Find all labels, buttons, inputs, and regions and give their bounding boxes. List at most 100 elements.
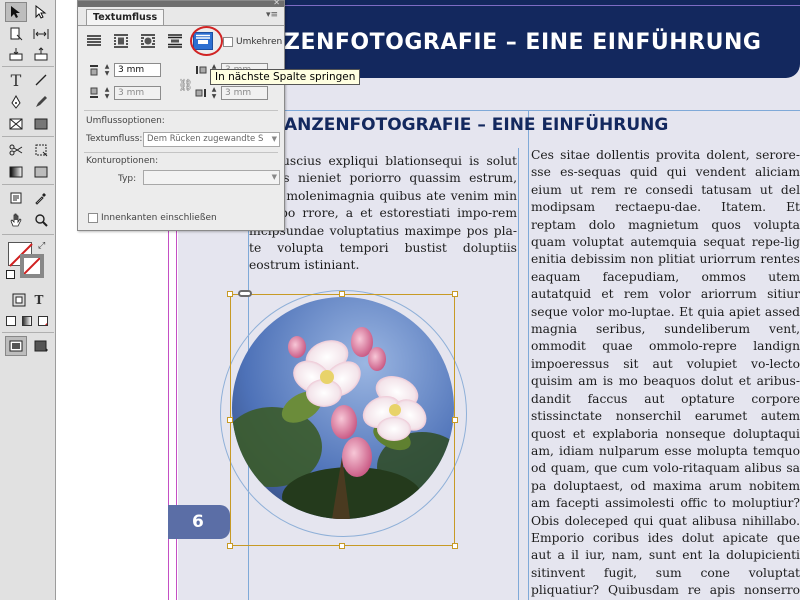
page-number: 6	[192, 512, 204, 532]
include-inside-edges-checkbox[interactable]: Innenkanten einschließen	[88, 213, 217, 223]
rectangle-frame-tool-icon[interactable]	[5, 114, 27, 134]
page-number-tab: 6	[168, 505, 230, 539]
tools-divider	[2, 66, 54, 67]
wrap-to-value: Dem Rücken zugewandte S	[147, 134, 264, 144]
resize-handle-top[interactable]	[339, 291, 345, 297]
content-collector-icon[interactable]	[5, 44, 27, 64]
free-transform-tool-icon[interactable]	[30, 140, 52, 160]
image-frame-selection[interactable]	[230, 294, 455, 546]
tools-divider	[2, 136, 54, 137]
contour-options-heading: Konturoptionen:	[86, 156, 159, 166]
text-wrap-panel: ✕ Textumfluss ▾≡ Umkehren ▲ ▼ 3 mm ▲ ▼ 3…	[77, 0, 285, 231]
bottom-offset-icon	[88, 87, 100, 99]
panel-close-icon[interactable]: ✕	[273, 0, 280, 7]
bleed-guide	[176, 230, 177, 600]
right-offset-input[interactable]: 3 mm	[221, 86, 268, 100]
wrap-bounding-box-button[interactable]	[111, 32, 131, 50]
invert-label: Umkehren	[236, 37, 283, 47]
resize-handle-bottom-right[interactable]	[452, 543, 458, 549]
linked-graphic-icon	[238, 290, 252, 297]
panel-titlebar[interactable]: ✕	[78, 0, 284, 7]
normal-view-mode-icon[interactable]	[5, 336, 27, 356]
top-offset-input[interactable]: 3 mm	[114, 63, 161, 77]
right-offset-icon	[195, 87, 207, 99]
apply-color-icon[interactable]	[6, 316, 16, 326]
resize-handle-left[interactable]	[227, 417, 233, 423]
gradient-feather-tool-icon[interactable]	[30, 162, 52, 182]
tools-divider	[2, 184, 54, 185]
right-offset-spinner[interactable]: ▲ ▼	[210, 86, 218, 100]
column-gutter-guide	[518, 148, 519, 600]
right-offset-row: ▲ ▼ 3 mm	[195, 86, 268, 100]
invert-checkbox-box[interactable]	[223, 37, 233, 47]
resize-handle-bottom-left[interactable]	[227, 543, 233, 549]
tooltip: In nächste Spalte springen	[210, 69, 361, 85]
content-placer-icon[interactable]	[30, 44, 52, 64]
header-banner: ZENFOTOGRAFIE – EINE EINFÜHRUNG	[262, 0, 800, 78]
swap-fill-stroke-icon[interactable]: ⤢	[38, 241, 45, 251]
article-heading: ANZENFOTOGRAFIE – EINE EINFÜHRUNG	[284, 115, 669, 135]
resize-handle-top-right[interactable]	[452, 291, 458, 297]
scissors-tool-icon[interactable]	[5, 140, 27, 160]
tools-panel: T ⤢ T	[0, 0, 56, 600]
wrap-options-heading: Umflussoptionen:	[86, 116, 165, 126]
text-column-left[interactable]: ate suscius expliqui blationsequi is sol…	[249, 153, 517, 283]
chevron-down-icon: ▼	[271, 135, 277, 143]
wrap-object-shape-button[interactable]	[138, 32, 158, 50]
wrap-to-select[interactable]: Dem Rücken zugewandte S ▼	[143, 132, 280, 147]
make-all-settings-same-icon[interactable]: ⛓	[178, 78, 193, 92]
direct-selection-tool-icon[interactable]	[30, 2, 52, 22]
top-margin-guide	[262, 5, 800, 6]
column-gutter-guide	[528, 110, 529, 600]
page-tool-icon[interactable]	[5, 24, 27, 44]
top-offset-spinner[interactable]: ▲ ▼	[103, 63, 111, 77]
include-inside-edges-box[interactable]	[88, 213, 98, 223]
no-text-wrap-button[interactable]	[84, 32, 104, 50]
rectangle-tool-icon[interactable]	[30, 114, 52, 134]
contour-type-select[interactable]: ▼	[143, 170, 280, 185]
tools-divider	[2, 234, 54, 235]
bottom-offset-input[interactable]: 3 mm	[114, 86, 161, 100]
panel-divider	[84, 110, 278, 111]
left-offset-icon	[195, 64, 207, 76]
contour-type-label: Typ:	[118, 174, 137, 184]
gradient-swatch-tool-icon[interactable]	[5, 162, 27, 182]
bottom-offset-spinner[interactable]: ▲ ▼	[103, 86, 111, 100]
default-fill-stroke-icon[interactable]	[6, 270, 15, 279]
panel-tab-textumfluss[interactable]: Textumfluss	[86, 9, 165, 25]
wrap-to-label: Textumfluss:	[86, 134, 143, 144]
eyedropper-tool-icon[interactable]	[30, 188, 52, 208]
apply-gradient-icon[interactable]	[22, 316, 32, 326]
resize-handle-right[interactable]	[452, 417, 458, 423]
apply-none-icon[interactable]	[38, 316, 48, 326]
bottom-offset-row: ▲ ▼ 3 mm	[88, 86, 161, 100]
formatting-affects-container-icon[interactable]	[8, 290, 30, 310]
screen-mode-icon[interactable]	[30, 336, 52, 356]
highlight-circle	[190, 26, 223, 56]
resize-handle-top-left[interactable]	[227, 291, 233, 297]
pencil-tool-icon[interactable]	[30, 92, 52, 112]
panel-menu-icon[interactable]: ▾≡	[266, 10, 278, 20]
type-tool-icon[interactable]: T	[5, 70, 27, 90]
hand-tool-icon[interactable]	[5, 210, 27, 230]
text-frame-edge	[248, 110, 800, 111]
gap-tool-icon[interactable]	[30, 24, 52, 44]
jump-object-button[interactable]	[165, 32, 185, 50]
resize-handle-bottom[interactable]	[339, 543, 345, 549]
top-offset-icon	[88, 64, 100, 76]
panel-body: Umkehren ▲ ▼ 3 mm ▲ ▼ 3 mm ⛓ ▲ ▲ ▼ 3 mm …	[78, 25, 284, 230]
panel-divider	[84, 152, 278, 153]
pen-tool-icon[interactable]	[5, 92, 27, 112]
note-tool-icon[interactable]	[5, 188, 27, 208]
tools-divider	[2, 332, 54, 333]
invert-checkbox[interactable]: Umkehren	[223, 37, 282, 47]
stroke-swatch[interactable]	[20, 254, 44, 278]
selection-tool-icon[interactable]	[5, 2, 27, 22]
formatting-affects-text-icon[interactable]: T	[28, 290, 50, 310]
line-tool-icon[interactable]	[30, 70, 52, 90]
indesign-workspace: T ⤢ T ZENFOTOGRAFIE – EINE EINFÜHRUNG AN…	[0, 0, 800, 600]
zoom-tool-icon[interactable]	[30, 210, 52, 230]
text-column-right[interactable]: Ces sitae dollentis provita dolent, sero…	[531, 147, 800, 600]
include-inside-edges-label: Innenkanten einschließen	[101, 213, 217, 223]
top-offset-row: ▲ ▼ 3 mm	[88, 63, 161, 77]
